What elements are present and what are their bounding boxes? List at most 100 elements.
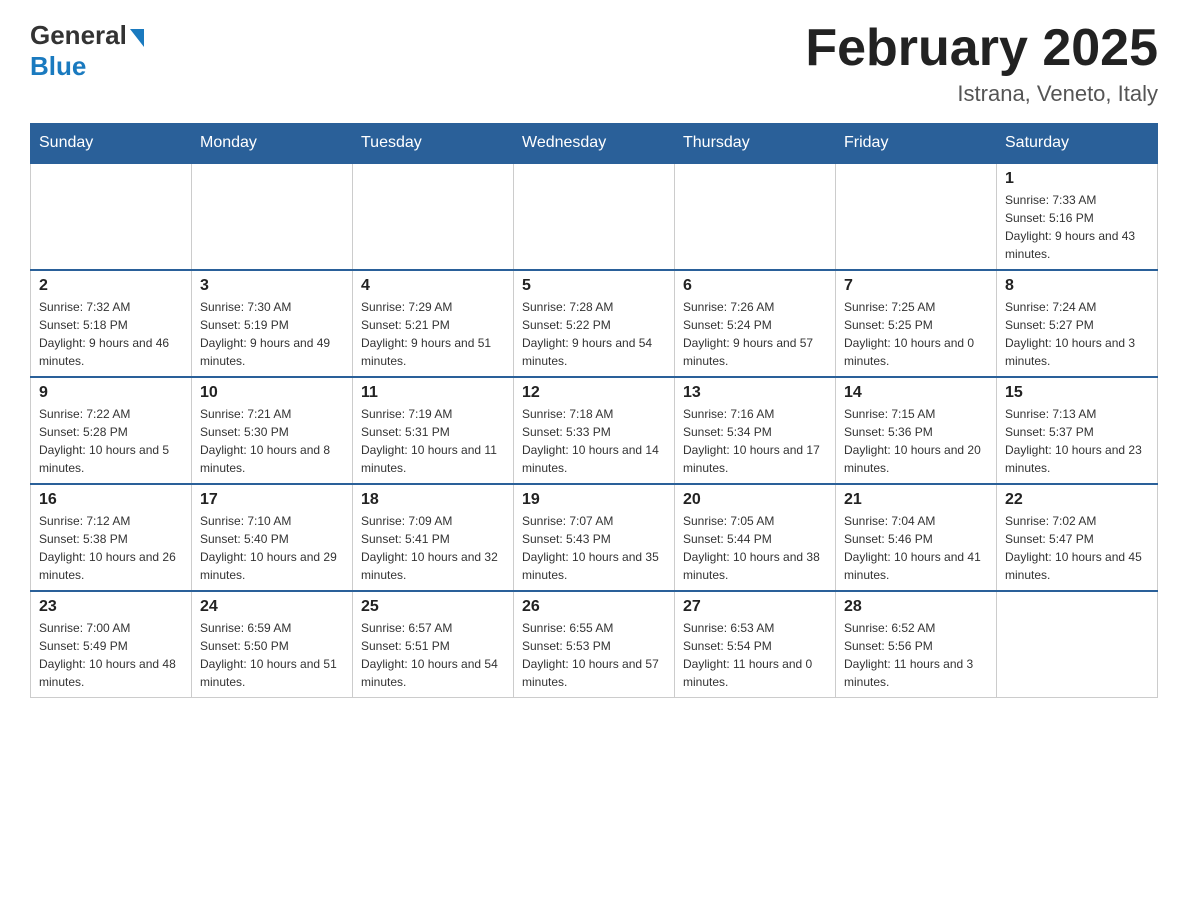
day-info: Sunrise: 6:59 AMSunset: 5:50 PMDaylight:… — [200, 619, 344, 691]
calendar-week-row: 23 Sunrise: 7:00 AMSunset: 5:49 PMDayligh… — [31, 591, 1158, 698]
day-number: 1 — [1005, 170, 1149, 188]
day-info: Sunrise: 6:55 AMSunset: 5:53 PMDaylight:… — [522, 619, 666, 691]
day-info: Sunrise: 7:22 AMSunset: 5:28 PMDaylight:… — [39, 405, 183, 477]
day-info: Sunrise: 7:00 AMSunset: 5:49 PMDaylight:… — [39, 619, 183, 691]
title-section: February 2025 Istrana, Veneto, Italy — [805, 20, 1158, 107]
day-number: 28 — [844, 598, 988, 616]
calendar-cell: 27Sunrise: 6:53 AMSunset: 5:54 PMDayligh… — [675, 591, 836, 698]
calendar-cell: 9 Sunrise: 7:22 AMSunset: 5:28 PMDaylight… — [31, 377, 192, 484]
day-number: 19 — [522, 491, 666, 509]
calendar-header-row: SundayMondayTuesdayWednesdayThursdayFrid… — [31, 124, 1158, 164]
logo-arrow-icon — [130, 29, 144, 47]
calendar-cell — [836, 163, 997, 270]
calendar-cell — [675, 163, 836, 270]
day-info: Sunrise: 7:05 AMSunset: 5:44 PMDaylight:… — [683, 512, 827, 584]
calendar-week-row: 16 Sunrise: 7:12 AMSunset: 5:38 PMDayligh… — [31, 484, 1158, 591]
day-info: Sunrise: 7:18 AMSunset: 5:33 PMDaylight:… — [522, 405, 666, 477]
calendar-cell: 25 Sunrise: 6:57 AMSunset: 5:51 PMDayligh… — [353, 591, 514, 698]
location: Istrana, Veneto, Italy — [805, 81, 1158, 107]
day-number: 7 — [844, 277, 988, 295]
day-number: 3 — [200, 277, 344, 295]
calendar-cell: 15Sunrise: 7:13 AMSunset: 5:37 PMDayligh… — [997, 377, 1158, 484]
day-number: 21 — [844, 491, 988, 509]
day-info: Sunrise: 7:32 AMSunset: 5:18 PMDaylight:… — [39, 298, 183, 370]
day-number: 22 — [1005, 491, 1149, 509]
day-number: 13 — [683, 384, 827, 402]
day-info: Sunrise: 7:10 AMSunset: 5:40 PMDaylight:… — [200, 512, 344, 584]
calendar-cell: 6Sunrise: 7:26 AMSunset: 5:24 PMDaylight… — [675, 270, 836, 377]
day-info: Sunrise: 7:12 AMSunset: 5:38 PMDaylight:… — [39, 512, 183, 584]
day-info: Sunrise: 7:30 AMSunset: 5:19 PMDaylight:… — [200, 298, 344, 370]
calendar-header-monday: Monday — [192, 124, 353, 164]
calendar-cell: 28 Sunrise: 6:52 AMSunset: 5:56 PMDayligh… — [836, 591, 997, 698]
calendar-cell — [192, 163, 353, 270]
calendar-cell — [997, 591, 1158, 698]
calendar-cell: 10 Sunrise: 7:21 AMSunset: 5:30 PMDayligh… — [192, 377, 353, 484]
day-info: Sunrise: 7:16 AMSunset: 5:34 PMDaylight:… — [683, 405, 827, 477]
day-number: 26 — [522, 598, 666, 616]
day-info: Sunrise: 6:52 AMSunset: 5:56 PMDaylight:… — [844, 619, 988, 691]
day-number: 14 — [844, 384, 988, 402]
calendar-cell: 13 Sunrise: 7:16 AMSunset: 5:34 PMDayligh… — [675, 377, 836, 484]
calendar-table: SundayMondayTuesdayWednesdayThursdayFrid… — [30, 123, 1158, 698]
day-number: 4 — [361, 277, 505, 295]
day-info: Sunrise: 7:29 AMSunset: 5:21 PMDaylight:… — [361, 298, 505, 370]
calendar-cell: 19 Sunrise: 7:07 AMSunset: 5:43 PMDayligh… — [514, 484, 675, 591]
logo-general-text: General — [30, 20, 127, 51]
calendar-cell: 3 Sunrise: 7:30 AMSunset: 5:19 PMDaylight… — [192, 270, 353, 377]
day-number: 15 — [1005, 384, 1149, 402]
day-number: 24 — [200, 598, 344, 616]
day-info: Sunrise: 7:28 AMSunset: 5:22 PMDaylight:… — [522, 298, 666, 370]
calendar-header-friday: Friday — [836, 124, 997, 164]
day-info: Sunrise: 7:25 AMSunset: 5:25 PMDaylight:… — [844, 298, 988, 370]
calendar-header-tuesday: Tuesday — [353, 124, 514, 164]
calendar-cell: 4 Sunrise: 7:29 AMSunset: 5:21 PMDaylight… — [353, 270, 514, 377]
calendar-cell: 11 Sunrise: 7:19 AMSunset: 5:31 PMDayligh… — [353, 377, 514, 484]
logo-blue-text: Blue — [30, 51, 86, 82]
day-number: 25 — [361, 598, 505, 616]
calendar-header-wednesday: Wednesday — [514, 124, 675, 164]
calendar-cell: 17Sunrise: 7:10 AMSunset: 5:40 PMDayligh… — [192, 484, 353, 591]
calendar-cell: 16 Sunrise: 7:12 AMSunset: 5:38 PMDayligh… — [31, 484, 192, 591]
calendar-header-sunday: Sunday — [31, 124, 192, 164]
calendar-week-row: 2 Sunrise: 7:32 AMSunset: 5:18 PMDaylight… — [31, 270, 1158, 377]
calendar-header-thursday: Thursday — [675, 124, 836, 164]
day-number: 8 — [1005, 277, 1149, 295]
day-info: Sunrise: 7:15 AMSunset: 5:36 PMDaylight:… — [844, 405, 988, 477]
calendar-cell: 7 Sunrise: 7:25 AMSunset: 5:25 PMDaylight… — [836, 270, 997, 377]
calendar-cell: 1 Sunrise: 7:33 AMSunset: 5:16 PMDaylight… — [997, 163, 1158, 270]
page-header: General Blue February 2025 Istrana, Vene… — [30, 20, 1158, 107]
calendar-cell: 24 Sunrise: 6:59 AMSunset: 5:50 PMDayligh… — [192, 591, 353, 698]
logo: General Blue — [30, 20, 144, 82]
day-number: 2 — [39, 277, 183, 295]
day-info: Sunrise: 7:19 AMSunset: 5:31 PMDaylight:… — [361, 405, 505, 477]
calendar-cell: 22 Sunrise: 7:02 AMSunset: 5:47 PMDayligh… — [997, 484, 1158, 591]
day-info: Sunrise: 7:02 AMSunset: 5:47 PMDaylight:… — [1005, 512, 1149, 584]
calendar-cell: 21 Sunrise: 7:04 AMSunset: 5:46 PMDayligh… — [836, 484, 997, 591]
day-number: 11 — [361, 384, 505, 402]
day-info: Sunrise: 7:33 AMSunset: 5:16 PMDaylight:… — [1005, 191, 1149, 263]
day-number: 5 — [522, 277, 666, 295]
calendar-cell — [514, 163, 675, 270]
calendar-cell — [31, 163, 192, 270]
calendar-cell — [353, 163, 514, 270]
day-info: Sunrise: 7:21 AMSunset: 5:30 PMDaylight:… — [200, 405, 344, 477]
calendar-cell: 14 Sunrise: 7:15 AMSunset: 5:36 PMDayligh… — [836, 377, 997, 484]
calendar-header-saturday: Saturday — [997, 124, 1158, 164]
day-number: 27 — [683, 598, 827, 616]
day-number: 16 — [39, 491, 183, 509]
calendar-cell: 23 Sunrise: 7:00 AMSunset: 5:49 PMDayligh… — [31, 591, 192, 698]
day-number: 23 — [39, 598, 183, 616]
calendar-cell: 18Sunrise: 7:09 AMSunset: 5:41 PMDayligh… — [353, 484, 514, 591]
day-info: Sunrise: 7:04 AMSunset: 5:46 PMDaylight:… — [844, 512, 988, 584]
day-number: 12 — [522, 384, 666, 402]
calendar-cell: 8Sunrise: 7:24 AMSunset: 5:27 PMDaylight… — [997, 270, 1158, 377]
day-number: 9 — [39, 384, 183, 402]
calendar-cell: 26 Sunrise: 6:55 AMSunset: 5:53 PMDayligh… — [514, 591, 675, 698]
day-info: Sunrise: 6:57 AMSunset: 5:51 PMDaylight:… — [361, 619, 505, 691]
day-number: 10 — [200, 384, 344, 402]
day-info: Sunrise: 7:07 AMSunset: 5:43 PMDaylight:… — [522, 512, 666, 584]
month-title: February 2025 — [805, 20, 1158, 77]
day-number: 6 — [683, 277, 827, 295]
calendar-cell: 12 Sunrise: 7:18 AMSunset: 5:33 PMDayligh… — [514, 377, 675, 484]
